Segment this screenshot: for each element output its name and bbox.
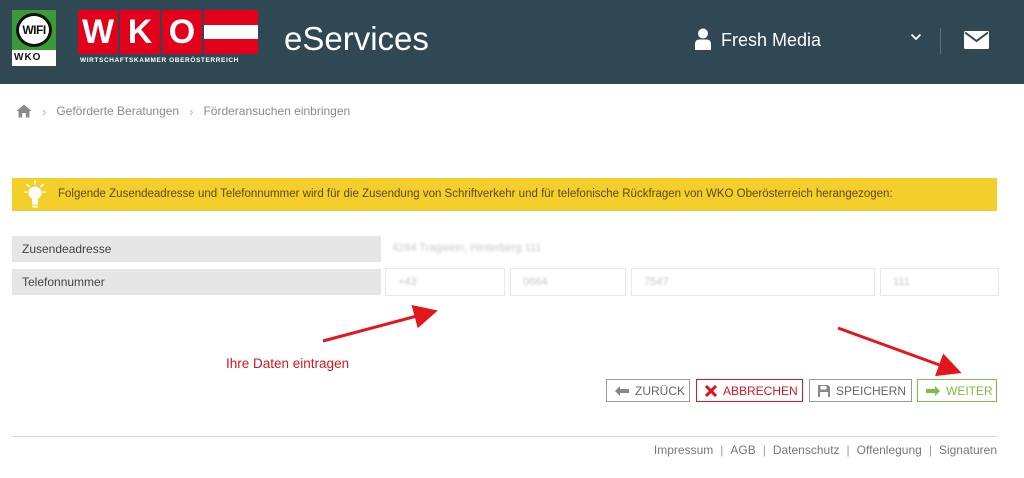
footer-link-datenschutz[interactable]: Datenschutz xyxy=(773,443,840,457)
next-button[interactable]: WEITER xyxy=(917,379,997,402)
wifi-logo-background: WIFI xyxy=(12,10,56,50)
app-title: eServices xyxy=(284,20,429,57)
phone-extension-value: 111 xyxy=(893,276,910,288)
home-icon[interactable] xyxy=(16,104,32,118)
phone-country-code-value: +43 xyxy=(398,276,417,288)
phone-country-code-input[interactable]: +43 xyxy=(385,268,505,296)
footer-link-impressum[interactable]: Impressum xyxy=(654,443,713,457)
wifi-logo-bottom-text: WKO xyxy=(14,52,42,63)
annotation-arrow-to-weiter xyxy=(837,326,962,377)
wko-logo-letter-o: O xyxy=(162,10,202,54)
phone-area-code-input[interactable]: 0664 xyxy=(510,268,626,296)
chevron-down-icon[interactable] xyxy=(910,32,922,42)
annotation-text: Ihre Daten eintragen xyxy=(226,356,350,371)
breadcrumb-item-foerderansuchen: Förderansuchen einbringen xyxy=(203,104,351,118)
wko-logo-letter-k: K xyxy=(120,10,160,54)
breadcrumb-separator: › xyxy=(42,103,47,119)
footer-separator: | xyxy=(762,443,766,457)
cancel-button-label: ABBRECHEN xyxy=(723,383,798,398)
lightbulb-icon xyxy=(24,180,46,208)
breadcrumb-separator: › xyxy=(189,103,194,119)
user-icon xyxy=(695,28,711,50)
close-icon xyxy=(705,384,717,397)
austria-flag-icon xyxy=(204,10,258,54)
phone-label: Telefonnummer xyxy=(12,269,381,295)
phone-area-code-value: 0664 xyxy=(523,276,548,288)
save-button[interactable]: SPEICHERN xyxy=(809,379,912,402)
phone-number-input[interactable]: 7547 xyxy=(631,268,875,296)
envelope-icon[interactable] xyxy=(964,31,989,49)
footer-link-agb[interactable]: AGB xyxy=(730,443,755,457)
header-divider xyxy=(940,28,941,54)
footer-link-offenlegung[interactable]: Offenlegung xyxy=(857,443,922,457)
wifi-logo[interactable]: WIFI WKO xyxy=(12,10,56,66)
annotation-arrow-to-phone xyxy=(322,305,438,343)
save-button-label: SPEICHERN xyxy=(836,383,907,398)
floppy-disk-icon xyxy=(818,384,830,397)
top-navigation-bar: WIFI WKO W K O WIRTSCHAFTSKAMMER OBERÖST… xyxy=(0,0,1024,84)
phone-extension-input[interactable]: 111 xyxy=(880,268,999,296)
breadcrumb-item-gefoerderte-beratungen[interactable]: Geförderte Beratungen xyxy=(56,104,179,118)
phone-number-value: 7547 xyxy=(644,276,669,288)
arrow-right-icon xyxy=(926,385,940,396)
wko-logo-subtitle: WIRTSCHAFTSKAMMER OBERÖSTERREICH xyxy=(80,57,239,64)
back-button[interactable]: ZURÜCK xyxy=(606,379,690,402)
user-menu-name[interactable]: Fresh Media xyxy=(721,30,821,51)
footer-separator: | xyxy=(928,443,932,457)
wko-logo[interactable]: W K O WIRTSCHAFTSKAMMER OBERÖSTERREICH xyxy=(78,10,258,66)
address-label: Zusendeadresse xyxy=(12,236,381,262)
cancel-button[interactable]: ABBRECHEN xyxy=(696,379,803,402)
footer-separator: | xyxy=(720,443,724,457)
breadcrumb: › Geförderte Beratungen › Förderansuchen… xyxy=(16,103,350,119)
wko-logo-letter-w: W xyxy=(78,10,118,54)
footer-separator: | xyxy=(846,443,850,457)
back-button-label: ZURÜCK xyxy=(635,383,685,398)
footer-links: Impressum | AGB | Datenschutz | Offenleg… xyxy=(654,443,997,457)
address-value: 4284 Tragwein, Hinterberg 111 xyxy=(392,242,542,254)
next-button-label: WEITER xyxy=(946,383,993,398)
info-notice-text: Folgende Zusendeadresse und Telefonnumme… xyxy=(58,188,893,200)
footer-divider xyxy=(12,436,997,437)
wifi-logo-circle: WIFI xyxy=(16,13,52,47)
arrow-left-icon xyxy=(615,385,629,396)
footer-link-signaturen[interactable]: Signaturen xyxy=(939,443,997,457)
